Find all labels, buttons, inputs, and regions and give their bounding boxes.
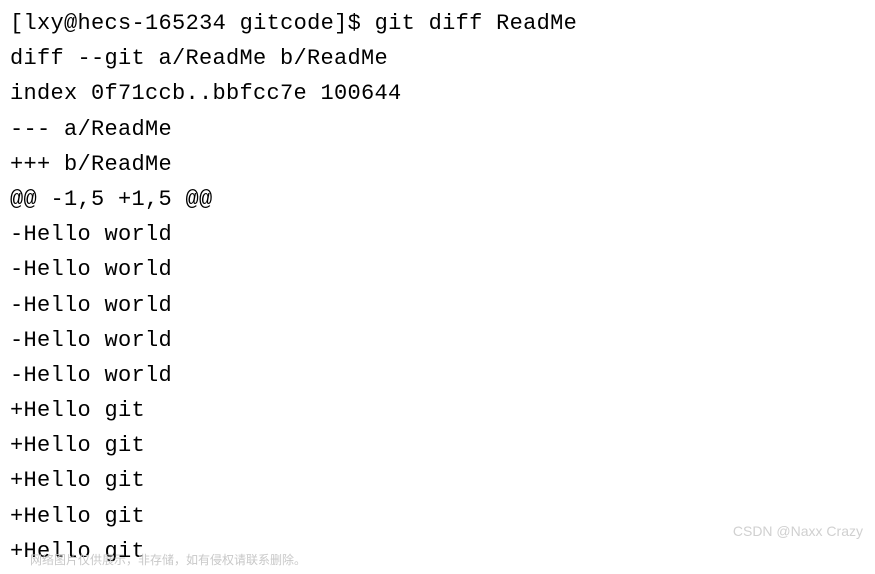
watermark-bottom: 网络图片仅供展示，非存储，如有侵权请联系删除。 bbox=[30, 551, 306, 570]
watermark-right: CSDN @Naxx Crazy bbox=[733, 520, 863, 542]
diff-header-line: diff --git a/ReadMe b/ReadMe bbox=[10, 41, 865, 76]
prompt-at: @ bbox=[64, 11, 78, 36]
prompt-space bbox=[226, 11, 240, 36]
diff-removed-line: -Hello world bbox=[10, 217, 865, 252]
diff-from-file-line: --- a/ReadMe bbox=[10, 112, 865, 147]
diff-added-line: +Hello git bbox=[10, 428, 865, 463]
command-text: git diff ReadMe bbox=[375, 11, 578, 36]
prompt-host: hecs-165234 bbox=[78, 11, 227, 36]
prompt-close-bracket: ] bbox=[334, 11, 348, 36]
diff-removed-line: -Hello world bbox=[10, 323, 865, 358]
diff-to-file-line: +++ b/ReadMe bbox=[10, 147, 865, 182]
diff-removed-line: -Hello world bbox=[10, 288, 865, 323]
diff-removed-line: -Hello world bbox=[10, 358, 865, 393]
prompt-line[interactable]: [lxy@hecs-165234 gitcode]$ git diff Read… bbox=[10, 6, 865, 41]
diff-index-line: index 0f71ccb..bbfcc7e 100644 bbox=[10, 76, 865, 111]
prompt-cwd: gitcode bbox=[240, 11, 335, 36]
prompt-open-bracket: [ bbox=[10, 11, 24, 36]
prompt-symbol: $ bbox=[348, 11, 362, 36]
diff-added-line: +Hello git bbox=[10, 463, 865, 498]
diff-hunk-line: @@ -1,5 +1,5 @@ bbox=[10, 182, 865, 217]
diff-removed-line: -Hello world bbox=[10, 252, 865, 287]
prompt-space2 bbox=[361, 11, 375, 36]
diff-added-line: +Hello git bbox=[10, 393, 865, 428]
prompt-user: lxy bbox=[24, 11, 65, 36]
